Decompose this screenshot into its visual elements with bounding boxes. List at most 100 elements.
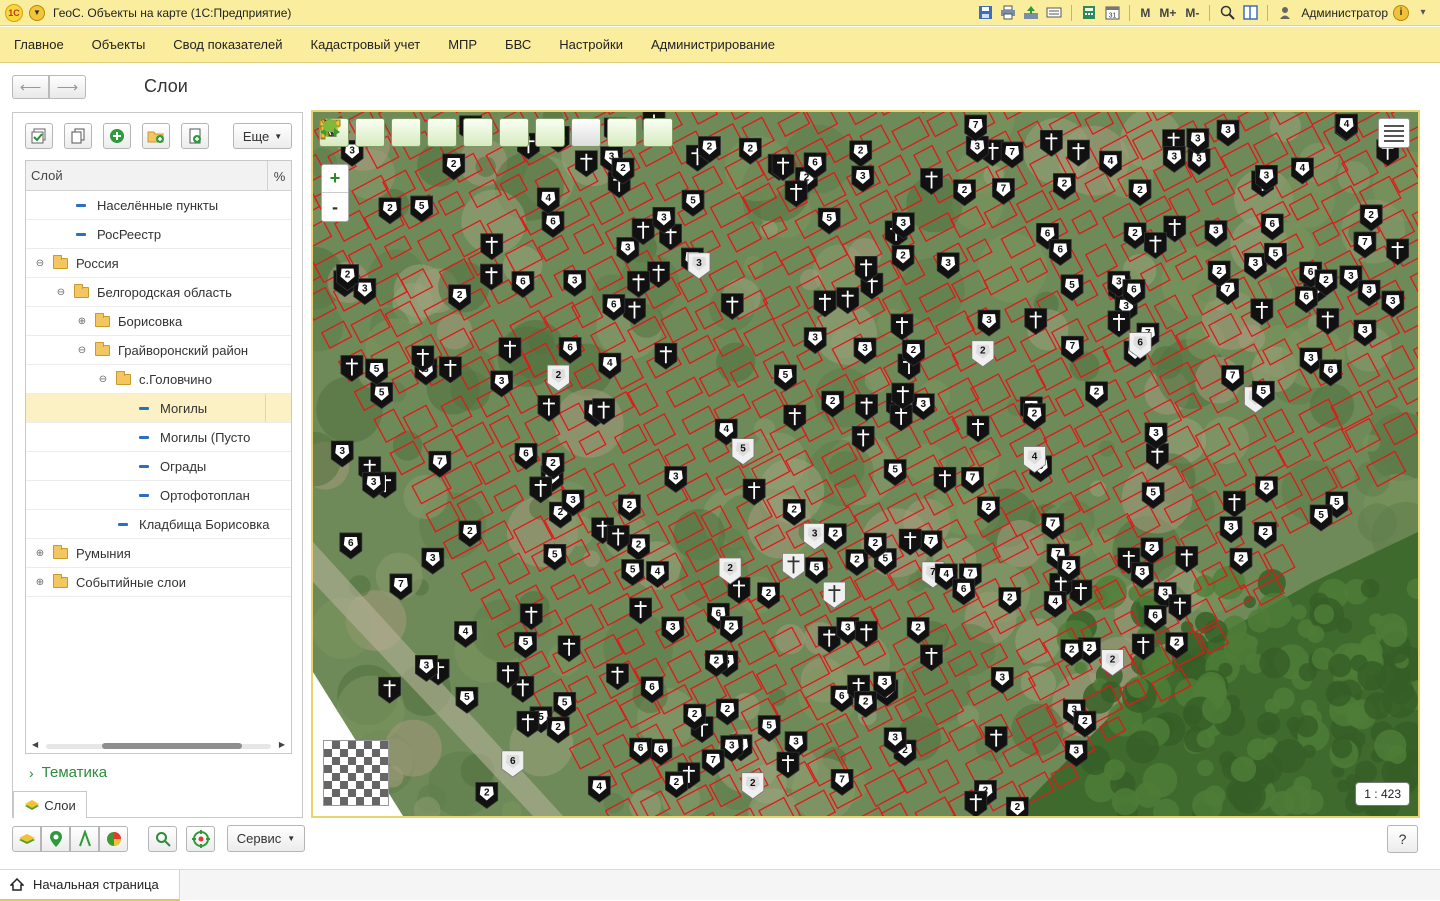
- main-menu-icon[interactable]: ▼: [29, 5, 45, 21]
- svg-text:2: 2: [620, 163, 626, 174]
- calendar-icon[interactable]: 31: [1103, 4, 1121, 22]
- layer-row[interactable]: ⊖Грайворонский район: [26, 336, 291, 365]
- copy-button[interactable]: [64, 123, 92, 149]
- app-logo[interactable]: 1C: [5, 4, 23, 22]
- preview-icon[interactable]: [1045, 4, 1063, 22]
- line-tool-button[interactable]: [70, 826, 99, 852]
- panels-icon[interactable]: [1241, 4, 1259, 22]
- tree-canopy: [1314, 604, 1334, 624]
- scroll-left-icon[interactable]: ◀: [32, 740, 38, 749]
- section-main[interactable]: Главное: [0, 27, 78, 63]
- layer-row[interactable]: ⊖Белгородская область: [26, 278, 291, 307]
- expand-toggle-icon[interactable]: ⊖: [55, 287, 67, 298]
- locate-tool-button[interactable]: [186, 826, 215, 852]
- section-objects[interactable]: Объекты: [78, 27, 160, 63]
- memory-button[interactable]: M: [1138, 6, 1152, 20]
- zoom-in-button[interactable]: +: [322, 165, 348, 193]
- chart-tool-button[interactable]: [99, 826, 128, 852]
- add-folder-button[interactable]: [142, 123, 170, 149]
- svg-text:2: 2: [1132, 228, 1138, 239]
- service-button[interactable]: Сервис▼: [227, 825, 305, 852]
- orthophoto-map[interactable]: 2755665467522232723636725333566333237337…: [313, 112, 1418, 816]
- layer-row[interactable]: Кладбища Борисовка: [26, 510, 291, 539]
- layer-dash: [139, 465, 149, 468]
- save-icon[interactable]: [976, 4, 994, 22]
- expand-toggle-icon[interactable]: ⊖: [34, 258, 46, 269]
- section-administration[interactable]: Администрирование: [637, 27, 789, 63]
- layer-row[interactable]: Населённые пункты: [26, 191, 291, 220]
- svg-text:7: 7: [437, 456, 443, 467]
- thematic-group[interactable]: › Тематика: [29, 764, 107, 781]
- upload-icon[interactable]: [1022, 4, 1040, 22]
- filter-icon[interactable]: [535, 118, 565, 147]
- separator: [1267, 5, 1268, 21]
- calculator-icon[interactable]: [1080, 4, 1098, 22]
- column-percent[interactable]: %: [267, 161, 291, 191]
- home-page-tab[interactable]: Начальная страница: [0, 870, 180, 901]
- back-icon[interactable]: [607, 118, 637, 147]
- layers-tool-button[interactable]: [12, 826, 41, 852]
- grave-marker-icon[interactable]: 2: [1006, 797, 1028, 816]
- import-layer-button[interactable]: [181, 123, 209, 149]
- expand-toggle-icon[interactable]: ⊕: [34, 577, 46, 588]
- layers-list-button[interactable]: [1378, 118, 1410, 148]
- marker-tool-button[interactable]: [41, 826, 70, 852]
- map-view[interactable]: 2755665467522232723636725333566333237337…: [311, 110, 1420, 818]
- horizontal-scrollbar[interactable]: ◀ ▶: [26, 739, 291, 753]
- section-settings[interactable]: Настройки: [545, 27, 637, 63]
- search-tool-button[interactable]: [148, 826, 177, 852]
- select-icon[interactable]: [571, 118, 601, 147]
- zoom-icon[interactable]: [1218, 4, 1236, 22]
- layer-row[interactable]: ⊕Румыния: [26, 539, 291, 568]
- ruler-icon[interactable]: [499, 118, 529, 147]
- check-layers-button[interactable]: [25, 123, 53, 149]
- add-layer-button[interactable]: [103, 123, 131, 149]
- section-bvs[interactable]: БВС: [491, 27, 545, 63]
- more-button[interactable]: Еще▼: [233, 123, 292, 149]
- tree-canopy: [1326, 681, 1352, 707]
- user-name[interactable]: Администратор: [1301, 6, 1388, 20]
- layer-row[interactable]: Ортофотоплан: [26, 481, 291, 510]
- expand-toggle-icon[interactable]: ⊕: [34, 548, 46, 559]
- zoom-out-button[interactable]: -: [322, 193, 348, 221]
- layer-label: Борисовка: [118, 314, 182, 329]
- layers-toolbar: [25, 122, 209, 150]
- layer-icon: [136, 436, 152, 439]
- expand-toggle-icon[interactable]: ⊕: [76, 316, 88, 327]
- measure-length-icon[interactable]: м: [427, 118, 457, 147]
- column-layer[interactable]: Слой: [26, 168, 63, 183]
- back-button[interactable]: ⟵: [12, 75, 49, 99]
- info-icon[interactable]: i: [1393, 5, 1409, 21]
- memory-plus-button[interactable]: M+: [1157, 6, 1178, 20]
- layer-row[interactable]: ⊖Россия: [26, 249, 291, 278]
- memory-minus-button[interactable]: M-: [1183, 6, 1201, 20]
- scroll-right-icon[interactable]: ▶: [279, 740, 285, 749]
- section-summary[interactable]: Свод показателей: [159, 27, 296, 63]
- layer-row[interactable]: Могилы (Пусто: [26, 423, 291, 452]
- forward-button[interactable]: ⟶: [49, 75, 86, 99]
- layer-row[interactable]: Могилы: [26, 394, 291, 423]
- forward-icon[interactable]: [643, 118, 673, 147]
- scroll-thumb[interactable]: [102, 743, 242, 749]
- section-cadastre[interactable]: Кадастровый учет: [297, 27, 435, 63]
- layer-row[interactable]: РосРеестр: [26, 220, 291, 249]
- measure-area-icon[interactable]: м²: [463, 118, 493, 147]
- tab-layers[interactable]: Слои: [13, 791, 87, 818]
- checkbox-icon: [31, 128, 47, 144]
- sections-panel: Главное Объекты Свод показателей Кадастр…: [0, 27, 1440, 63]
- expand-toggle-icon[interactable]: ⊖: [97, 374, 109, 385]
- print-icon[interactable]: [999, 4, 1017, 22]
- chevron-down-icon[interactable]: ▾: [1414, 4, 1432, 22]
- layer-row[interactable]: ⊕Событийные слои: [26, 568, 291, 597]
- layer-row[interactable]: ⊕ Борисовка: [26, 307, 291, 336]
- layer-row[interactable]: Ограды: [26, 452, 291, 481]
- tab-layers-label: Слои: [44, 798, 76, 813]
- info-icon[interactable]: [355, 118, 385, 147]
- basemap-toggle[interactable]: [323, 740, 389, 806]
- section-mpr[interactable]: МПР: [434, 27, 491, 63]
- layer-row[interactable]: ⊖с.Головчино: [26, 365, 291, 394]
- help-button[interactable]: ?: [1387, 825, 1418, 853]
- pan-icon[interactable]: [391, 118, 421, 147]
- expand-toggle-icon[interactable]: ⊖: [76, 345, 88, 356]
- svg-text:2: 2: [863, 696, 869, 707]
